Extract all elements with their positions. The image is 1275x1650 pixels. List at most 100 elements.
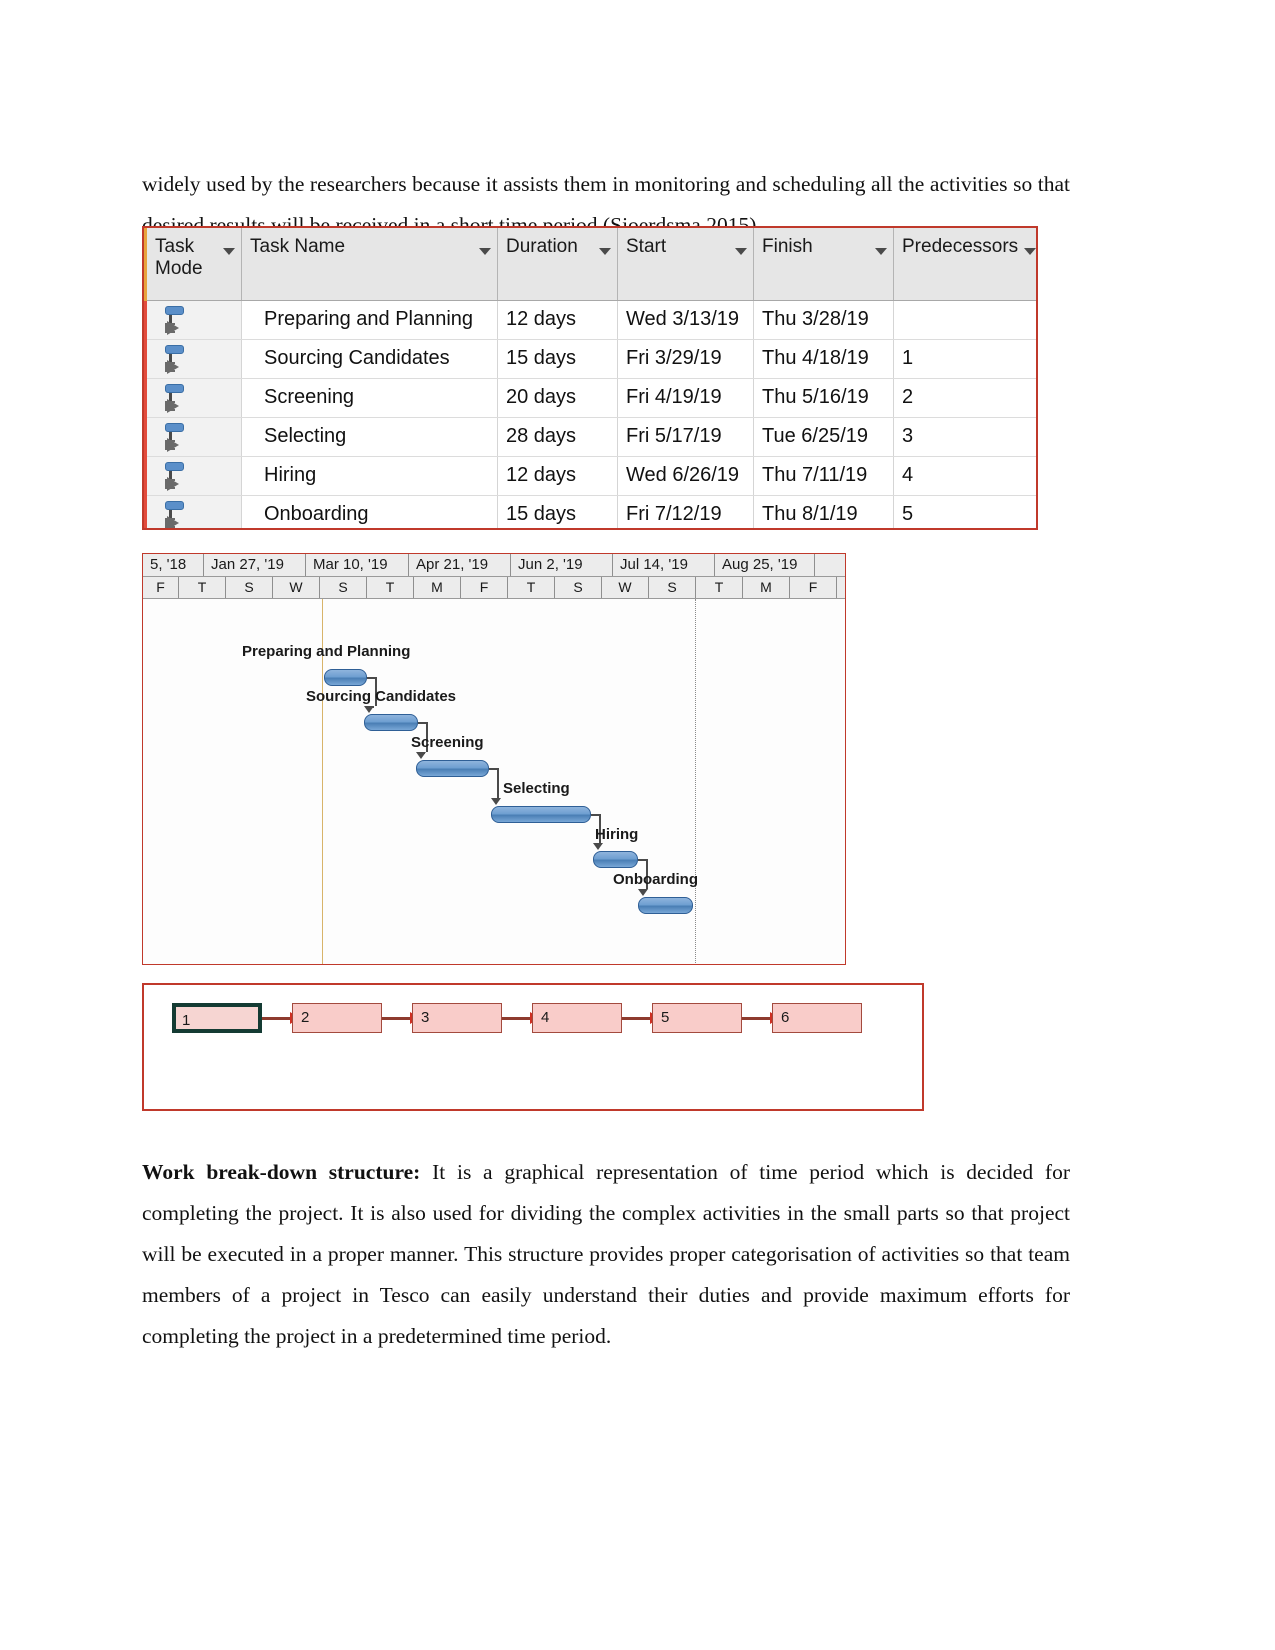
dependency-arrow-icon	[491, 798, 501, 805]
column-header-label: Start	[626, 236, 667, 257]
timescale-month-label: Aug 25, '19	[715, 554, 815, 576]
finish-cell[interactable]: Thu 3/28/19	[753, 300, 894, 340]
table-row[interactable]: Hiring 12 days Wed 6/26/19 Thu 7/11/19 4	[144, 456, 1036, 496]
timescale-day-label: S	[320, 577, 367, 598]
gantt-task-bar[interactable]	[638, 897, 693, 914]
task-mode-cell[interactable]	[144, 300, 242, 340]
predecessors-cell[interactable]: 4	[893, 456, 1036, 496]
gantt-task-bar[interactable]	[593, 851, 638, 868]
paragraph-bottom: Work break-down structure: It is a graph…	[142, 1152, 1070, 1357]
column-header-label: Predecessors	[902, 236, 1019, 257]
task-name-cell[interactable]: Selecting	[241, 417, 498, 457]
wbs-connector	[622, 1017, 652, 1020]
timescale-day-label: W	[273, 577, 320, 598]
timescale-day-label: M	[414, 577, 461, 598]
column-header-label: Finish	[762, 236, 813, 257]
wbs-node[interactable]: 1	[172, 1003, 262, 1033]
predecessors-cell[interactable]: 5	[893, 495, 1036, 528]
gantt-bar-label: Screening	[411, 734, 484, 751]
timescale-month-label: 5, '18	[143, 554, 204, 576]
finish-cell[interactable]: Thu 7/11/19	[753, 456, 894, 496]
gantt-task-bar[interactable]	[416, 760, 489, 777]
timescale-day-label: W	[602, 577, 649, 598]
filter-dropdown-icon[interactable]	[735, 248, 747, 255]
wbs-node[interactable]: 5	[652, 1003, 742, 1033]
dependency-arrow-icon	[638, 889, 648, 896]
start-cell[interactable]: Wed 3/13/19	[617, 300, 754, 340]
task-table-body: Preparing and Planning 12 days Wed 3/13/19…	[144, 300, 1036, 528]
filter-dropdown-icon[interactable]	[1024, 248, 1036, 255]
task-mode-cell[interactable]	[144, 456, 242, 496]
predecessors-cell[interactable]: 1	[893, 339, 1036, 379]
finish-cell[interactable]: Thu 8/1/19	[753, 495, 894, 528]
finish-cell[interactable]: Thu 5/16/19	[753, 378, 894, 418]
filter-dropdown-icon[interactable]	[479, 248, 491, 255]
start-cell[interactable]: Fri 4/19/19	[617, 378, 754, 418]
task-name-cell[interactable]: Preparing and Planning	[241, 300, 498, 340]
start-cell[interactable]: Fri 5/17/19	[617, 417, 754, 457]
column-header-duration[interactable]: Duration	[497, 228, 618, 301]
start-cell[interactable]: Wed 6/26/19	[617, 456, 754, 496]
timescale-day-label: T	[367, 577, 414, 598]
task-name-cell[interactable]: Onboarding	[241, 495, 498, 528]
wbs-node[interactable]: 4	[532, 1003, 622, 1033]
column-header-predecessors[interactable]: Predecessors	[893, 228, 1036, 301]
gantt-task-bar[interactable]	[491, 806, 591, 823]
wbs-connector	[262, 1017, 292, 1020]
wbs-connector	[742, 1017, 772, 1020]
duration-cell[interactable]: 12 days	[497, 300, 618, 340]
task-name-cell[interactable]: Screening	[241, 378, 498, 418]
column-header-finish[interactable]: Finish	[753, 228, 894, 301]
task-table: Task Mode Task Name Duration Start Finis…	[144, 228, 1036, 528]
dependency-link	[497, 768, 499, 798]
task-mode-cell[interactable]	[144, 378, 242, 418]
filter-dropdown-icon[interactable]	[875, 248, 887, 255]
gantt-task-bar[interactable]	[324, 669, 367, 686]
timescale-day-label: F	[461, 577, 508, 598]
duration-cell[interactable]: 12 days	[497, 456, 618, 496]
auto-scheduled-icon	[163, 344, 191, 376]
task-mode-cell[interactable]	[144, 339, 242, 379]
start-cell[interactable]: Fri 7/12/19	[617, 495, 754, 528]
auto-scheduled-icon	[163, 500, 191, 528]
finish-cell[interactable]: Tue 6/25/19	[753, 417, 894, 457]
task-name-cell[interactable]: Hiring	[241, 456, 498, 496]
duration-cell[interactable]: 15 days	[497, 495, 618, 528]
table-row[interactable]: Selecting 28 days Fri 5/17/19 Tue 6/25/19 3	[144, 417, 1036, 457]
filter-dropdown-icon[interactable]	[223, 248, 235, 255]
gantt-bar-label: Hiring	[595, 826, 639, 843]
project-task-table: Task Mode Task Name Duration Start Finis…	[142, 226, 1038, 530]
wbs-node[interactable]: 6	[772, 1003, 862, 1033]
start-cell[interactable]: Fri 3/29/19	[617, 339, 754, 379]
gantt-task-bar[interactable]	[364, 714, 418, 731]
column-header-label: Task Name	[250, 236, 346, 257]
duration-cell[interactable]: 28 days	[497, 417, 618, 457]
wbs-node[interactable]: 2	[292, 1003, 382, 1033]
task-mode-cell[interactable]	[144, 495, 242, 528]
wbs-node[interactable]: 3	[412, 1003, 502, 1033]
gantt-bar-label: Onboarding	[613, 871, 698, 888]
gantt-bar-label: Preparing and Planning	[242, 643, 411, 660]
table-row[interactable]: Preparing and Planning 12 days Wed 3/13/19…	[144, 300, 1036, 340]
column-header-task-name[interactable]: Task Name	[241, 228, 498, 301]
duration-cell[interactable]: 20 days	[497, 378, 618, 418]
table-row[interactable]: Screening 20 days Fri 4/19/19 Thu 5/16/19 2	[144, 378, 1036, 418]
column-header-start[interactable]: Start	[617, 228, 754, 301]
task-mode-cell[interactable]	[144, 417, 242, 457]
timescale-day-label: S	[649, 577, 696, 598]
task-name-cell[interactable]: Sourcing Candidates	[241, 339, 498, 379]
wbs-connector	[502, 1017, 532, 1020]
predecessors-cell[interactable]: 2	[893, 378, 1036, 418]
finish-cell[interactable]: Thu 4/18/19	[753, 339, 894, 379]
timescale-month-label: Apr 21, '19	[409, 554, 511, 576]
duration-cell[interactable]: 15 days	[497, 339, 618, 379]
table-row[interactable]: Sourcing Candidates 15 days Fri 3/29/19 Thu…	[144, 339, 1036, 379]
filter-dropdown-icon[interactable]	[599, 248, 611, 255]
table-row[interactable]: Onboarding 15 days Fri 7/12/19 Thu 8/1/19 5	[144, 495, 1036, 528]
predecessors-cell[interactable]: 3	[893, 417, 1036, 457]
predecessors-cell[interactable]	[893, 300, 1036, 340]
column-header-task-mode[interactable]: Task Mode	[144, 228, 242, 301]
timescale-day-label: S	[226, 577, 273, 598]
gantt-bar-label: Sourcing Candidates	[306, 688, 457, 705]
wbs-network-diagram: 123456	[142, 983, 924, 1111]
